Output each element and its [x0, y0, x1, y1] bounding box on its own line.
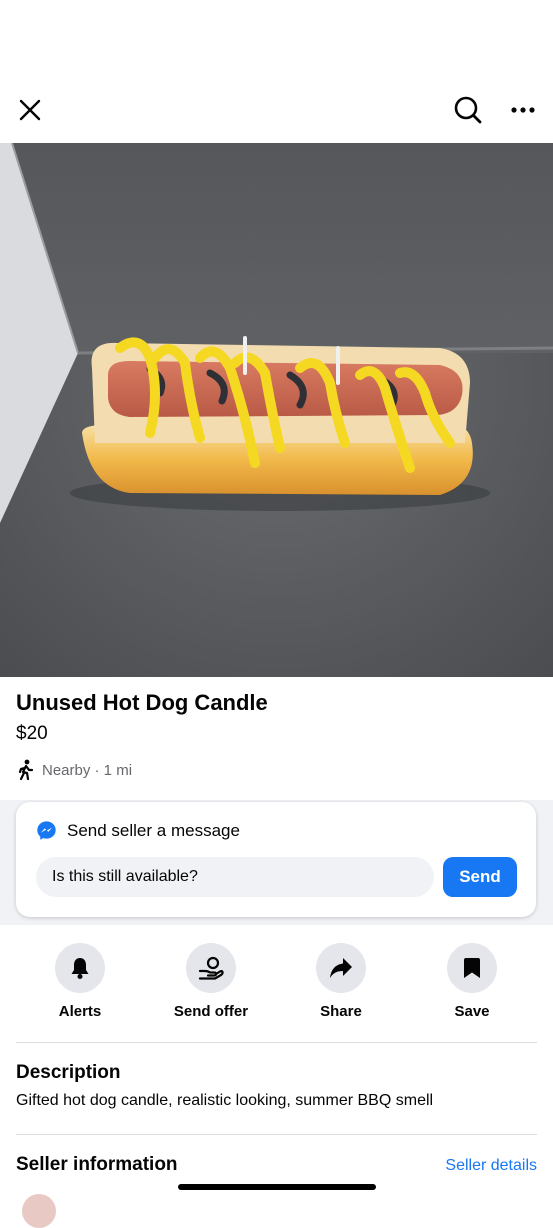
- location-text: Nearby · 1 mi: [42, 761, 133, 779]
- share-circle: [316, 943, 366, 993]
- listing-photo[interactable]: [0, 143, 553, 677]
- message-card-title: Send seller a message: [67, 820, 240, 840]
- home-indicator[interactable]: [178, 1184, 376, 1190]
- search-icon: [454, 96, 482, 124]
- hot-dog-candle-image: [0, 143, 553, 677]
- alerts-circle: [55, 943, 105, 993]
- listing-title: Unused Hot Dog Candle: [16, 690, 268, 715]
- seller-details-link[interactable]: Seller details: [445, 1157, 537, 1175]
- share-button[interactable]: Share: [281, 943, 401, 1020]
- listing-price: $20: [16, 723, 48, 744]
- message-card: Send seller a message Send: [16, 802, 536, 917]
- bookmark-icon: [464, 958, 480, 978]
- top-bar: [0, 0, 553, 143]
- action-row: Alerts Send offer Share Save: [0, 943, 553, 1023]
- seller-avatar[interactable]: [22, 1194, 56, 1228]
- send-offer-circle: [186, 943, 236, 993]
- divider: [16, 1134, 537, 1135]
- bell-icon: [71, 958, 89, 979]
- alerts-label: Alerts: [58, 1003, 102, 1020]
- save-label: Save: [454, 1003, 490, 1020]
- message-input[interactable]: [36, 857, 434, 897]
- offer-hand-icon: [198, 956, 224, 980]
- save-circle: [447, 943, 497, 993]
- description-text: Gifted hot dog candle, realistic looking…: [16, 1092, 434, 1109]
- messenger-icon: [37, 821, 56, 840]
- search-button[interactable]: [450, 92, 486, 128]
- share-label: Share: [320, 1003, 362, 1020]
- more-horizontal-icon: [511, 107, 535, 113]
- alerts-button[interactable]: Alerts: [20, 943, 140, 1020]
- close-button[interactable]: [14, 94, 46, 126]
- divider: [16, 1042, 537, 1043]
- more-options-button[interactable]: [505, 94, 541, 126]
- message-card-header: Send seller a message: [36, 820, 240, 841]
- share-arrow-icon: [330, 958, 352, 978]
- send-button[interactable]: Send: [443, 857, 517, 897]
- close-icon: [19, 99, 41, 121]
- description-heading: Description: [16, 1062, 121, 1083]
- send-offer-label: Send offer: [173, 1003, 249, 1020]
- seller-information-heading: Seller information: [16, 1154, 178, 1175]
- walking-person-icon: [18, 759, 34, 781]
- send-offer-button[interactable]: Send offer: [151, 943, 271, 1020]
- listing-location[interactable]: Nearby · 1 mi: [16, 759, 132, 781]
- save-button[interactable]: Save: [412, 943, 532, 1020]
